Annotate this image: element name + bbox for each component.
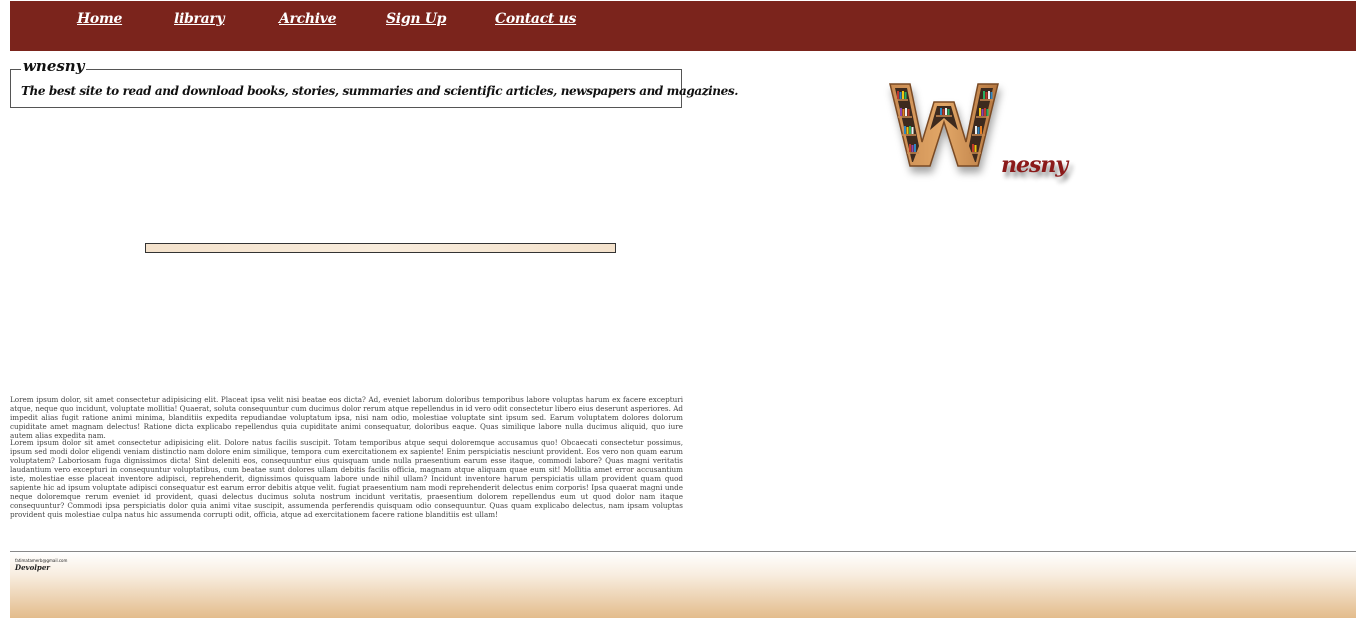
intro-tagline: The best site to read and download books…: [21, 84, 738, 98]
site-logo: nesny: [888, 80, 1078, 190]
nav-link-archive[interactable]: Archive: [279, 11, 337, 27]
nav-link-library[interactable]: library: [174, 11, 225, 27]
content-paragraph-1: Lorem ipsum dolor, sit amet consectetur …: [10, 395, 683, 440]
logo-text: nesny: [1001, 152, 1068, 178]
intro-box: wnesny The best site to read and downloa…: [10, 59, 738, 108]
nav-link-contact-us[interactable]: Contact us: [495, 11, 576, 27]
nav-link-home[interactable]: Home: [77, 11, 122, 27]
nav-link-sign-up[interactable]: Sign Up: [386, 11, 446, 27]
intro-legend: wnesny: [21, 57, 87, 75]
top-nav-bar: Home library Archive Sign Up Contact us: [10, 1, 1356, 51]
content-paragraph-2: Lorem ipsum dolor sit amet consectetur a…: [10, 438, 683, 519]
footer: fatimatamerb@gmail.com Devolper: [10, 551, 1356, 618]
footer-role: Devolper: [15, 563, 50, 572]
bookshelf-w-logo-icon: [889, 83, 999, 167]
progress-bar: [145, 243, 616, 253]
